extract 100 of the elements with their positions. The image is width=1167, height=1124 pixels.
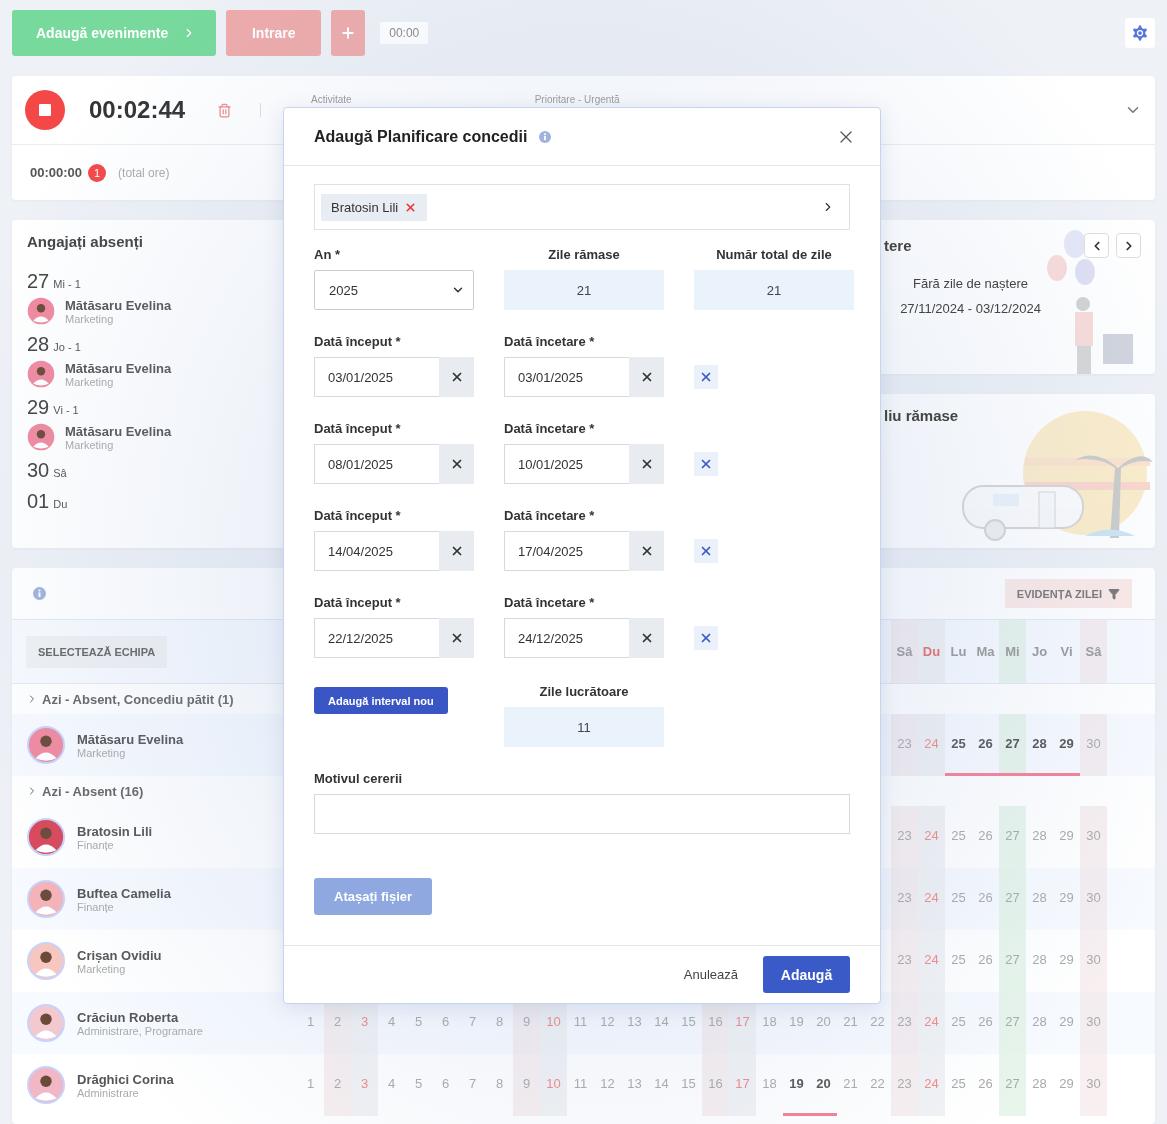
employee-name: Crișan Ovidiu [77, 947, 162, 963]
day-number: 14 [654, 1076, 669, 1091]
add-interval-button[interactable]: Adaugă interval nou [314, 687, 448, 714]
day-number: 29 [1059, 952, 1074, 967]
day-number: 13 [627, 1014, 642, 1029]
day-number: 30 [1086, 736, 1101, 751]
field-label: Dată început * [314, 595, 402, 610]
end-date-field[interactable]: 17/04/2025 [504, 531, 629, 571]
day-number: 9 [522, 1014, 531, 1029]
end-date-field[interactable]: 03/01/2025 [504, 357, 629, 397]
employee-department: Administrare, Programare [77, 1024, 203, 1037]
employee-select[interactable]: Bratosin Lili [314, 184, 850, 230]
avatar-icon [27, 297, 55, 325]
close-icon [699, 544, 713, 558]
field-label: Zile lucrătoare [539, 684, 629, 699]
employee-name: Mătăsaru Evelina [65, 423, 172, 439]
employee-department: Marketing [77, 746, 127, 759]
employee-name: Mătăsaru Evelina [77, 731, 184, 747]
start-date-field[interactable]: 08/01/2025 [314, 444, 439, 484]
clear-button[interactable] [439, 444, 474, 484]
day-number: 18 [762, 1076, 777, 1091]
employee-name: Crăciun Roberta [77, 1009, 180, 1025]
day-number: 25 [951, 952, 966, 967]
cancel-button[interactable]: Anulează [683, 967, 738, 982]
filter-icon [1108, 587, 1120, 600]
day-number: 27 [1005, 952, 1020, 967]
avatar-icon [27, 880, 65, 918]
day-number: 4 [387, 1014, 396, 1029]
day-number: 5 [414, 1076, 423, 1091]
employee-chip[interactable]: Bratosin Lili [321, 193, 428, 221]
day-number: 29 [1059, 890, 1074, 905]
previous-button[interactable] [1084, 233, 1109, 258]
start-date-field[interactable]: 14/04/2025 [314, 531, 439, 571]
count-badge: 1 [88, 163, 107, 182]
start-date-field[interactable]: 03/01/2025 [314, 357, 439, 397]
employee-name: Bratosin Lili [77, 823, 153, 839]
stop-button[interactable] [25, 90, 65, 130]
day-number: 10 [546, 1014, 561, 1029]
employee-department: Marketing [65, 375, 115, 388]
field-label: Dată încetare * [504, 334, 596, 349]
day-number: 28 [27, 333, 50, 356]
submit-button[interactable]: Adaugă [763, 956, 850, 993]
delete-button[interactable] [217, 102, 233, 118]
dialog-title: Adaugă Planificare concedii [314, 127, 528, 146]
field-label: Dată încetare * [504, 595, 596, 610]
day-number: 25 [951, 1014, 966, 1029]
weekday-header: Vi [1060, 644, 1073, 659]
day-number: 28 [1032, 890, 1047, 905]
day-number: 26 [978, 828, 993, 843]
day-number: 2 [333, 1014, 342, 1029]
next-button[interactable] [1116, 233, 1141, 258]
clear-button[interactable] [629, 618, 664, 658]
day-number: 18 [762, 1014, 777, 1029]
activity-label: Activitate [311, 94, 352, 105]
employee-department: Marketing [65, 312, 115, 325]
end-date-field[interactable]: 10/01/2025 [504, 444, 629, 484]
day-number: 23 [897, 1076, 912, 1091]
field-label: Dată încetare * [504, 508, 596, 523]
reason-field[interactable] [314, 794, 850, 834]
day-number: 14 [654, 1014, 669, 1029]
employee-department: Finanțe [77, 900, 115, 913]
select-team-button[interactable]: SELECTEAZĂ ECHIPA [26, 635, 168, 668]
end-date-field[interactable]: 24/12/2025 [504, 618, 629, 658]
field-label: Dată încetare * [504, 421, 596, 436]
card-title: liu rămase [884, 407, 959, 424]
clear-button[interactable] [439, 618, 474, 658]
day-number: 6 [441, 1014, 450, 1029]
avatar-icon [27, 1004, 65, 1042]
weekday-header: Du [922, 644, 941, 659]
clear-button[interactable] [629, 444, 664, 484]
remove-interval-button[interactable] [694, 452, 718, 476]
clear-button[interactable] [439, 357, 474, 397]
remove-interval-button[interactable] [694, 626, 718, 650]
remove-interval-button[interactable] [694, 365, 718, 389]
day-number: 01 [27, 490, 50, 513]
day-number: 17 [735, 1014, 750, 1029]
day-number: 19 [789, 1076, 804, 1091]
day-number: 6 [441, 1076, 450, 1091]
weekday-label: Jo - 1 [53, 341, 81, 353]
day-number: 26 [978, 736, 993, 751]
day-number: 23 [897, 952, 912, 967]
day-number: 3 [360, 1076, 369, 1091]
day-number: 27 [1005, 1014, 1020, 1029]
clear-button[interactable] [629, 531, 664, 571]
clear-button[interactable] [629, 357, 664, 397]
day-number: 15 [681, 1076, 696, 1091]
settings-button[interactable] [1125, 18, 1155, 48]
year-select[interactable]: 2025 [314, 270, 474, 310]
day-number: 29 [27, 396, 50, 419]
card-title: tere [884, 237, 912, 254]
clear-button[interactable] [439, 531, 474, 571]
weekday-header: Mi [1005, 644, 1020, 659]
card-title: Angajați absenți [27, 233, 144, 250]
day-number: 20 [816, 1076, 831, 1091]
day-number: 16 [708, 1076, 723, 1091]
day-number: 28 [1032, 1014, 1047, 1029]
total-time: 00:00:00 [30, 165, 83, 180]
remove-interval-button[interactable] [694, 539, 718, 563]
start-date-field[interactable]: 22/12/2025 [314, 618, 439, 658]
info-icon [33, 587, 46, 600]
